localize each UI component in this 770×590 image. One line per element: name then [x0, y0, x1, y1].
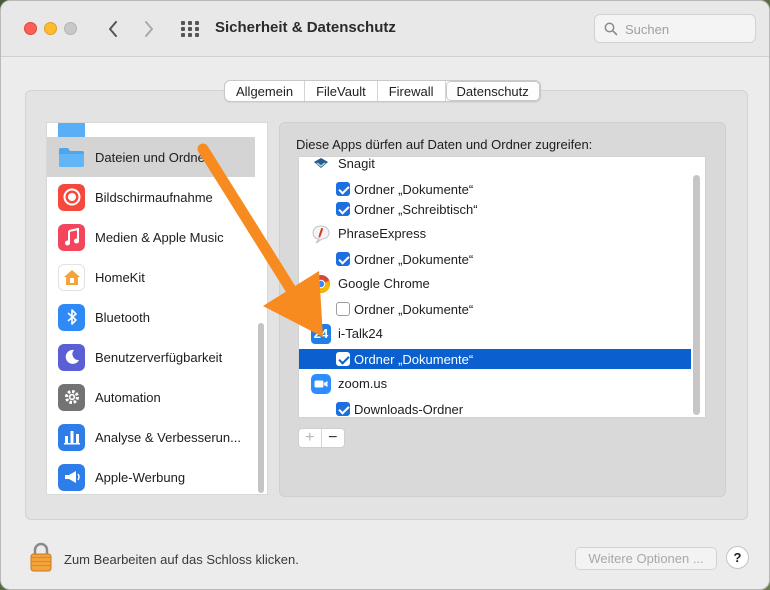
permissions-heading: Diese Apps dürfen auf Daten und Ordner z…	[296, 137, 593, 152]
app-permission-list: Snagit Ordner „Dokumente“ Ordner „Schrei…	[298, 156, 706, 418]
perm-row-phraseexpress-documents[interactable]: Ordner „Dokumente“	[299, 249, 691, 269]
minimize-window-button[interactable]	[44, 22, 57, 35]
megaphone-icon	[58, 463, 85, 491]
app-name: zoom.us	[338, 376, 388, 391]
gear-icon	[58, 383, 85, 411]
music-note-icon	[58, 223, 85, 251]
search-icon	[604, 22, 618, 36]
sidebar-item-analytics[interactable]: Analyse & Verbesserun...	[47, 417, 255, 457]
window-title: Sicherheit & Datenschutz	[215, 19, 396, 36]
close-window-button[interactable]	[24, 22, 37, 35]
sidebar-item-files-folders[interactable]: Dateien und Ordner	[47, 137, 255, 177]
search-field[interactable]: Suchen	[594, 14, 756, 43]
app-list-scrollbar[interactable]	[693, 175, 700, 415]
moon-icon	[58, 343, 85, 371]
sidebar-item-label: Medien & Apple Music	[95, 229, 224, 245]
lock-icon[interactable]	[29, 542, 53, 572]
permission-label: Ordner „Dokumente“	[354, 252, 474, 267]
sidebar-item-apple-advertising[interactable]: Apple-Werbung	[47, 457, 255, 494]
record-icon	[58, 183, 85, 211]
chevron-left-icon	[109, 21, 117, 37]
sidebar-item-label: Analyse & Verbesserun...	[95, 429, 241, 445]
permission-checkbox[interactable]	[336, 182, 350, 196]
add-app-button[interactable]: +	[299, 429, 322, 447]
permission-label: Ordner „Dokumente“	[354, 352, 474, 367]
sidebar-item-media-music[interactable]: Medien & Apple Music	[47, 217, 255, 257]
app-row-zoom[interactable]: zoom.us	[299, 371, 691, 396]
permission-checkbox[interactable]	[336, 302, 350, 316]
perm-row-zoom-downloads[interactable]: Downloads-Ordner	[299, 399, 691, 417]
sidebar-item-label: Automation	[95, 389, 161, 405]
phraseexpress-icon	[312, 225, 330, 244]
show-all-grid-button[interactable]	[179, 19, 201, 39]
snagit-icon	[314, 158, 328, 168]
privacy-category-list: Dateien und Ordner Bildschirmaufnahme Me…	[46, 122, 268, 495]
app-row-google-chrome[interactable]: Google Chrome	[299, 271, 691, 296]
permission-checkbox[interactable]	[336, 352, 350, 366]
permission-checkbox[interactable]	[336, 252, 350, 266]
sidebar-item-homekit[interactable]: HomeKit	[47, 257, 255, 297]
sidebar-item-screen-recording[interactable]: Bildschirmaufnahme	[47, 177, 255, 217]
chart-icon	[58, 423, 85, 451]
sidebar-item-label: Benutzerverfügbarkeit	[95, 349, 223, 365]
chrome-icon	[312, 275, 330, 294]
help-button[interactable]: ?	[726, 546, 749, 569]
perm-row-snagit-desktop[interactable]: Ordner „Schreibtisch“	[299, 199, 691, 219]
bluetooth-icon	[58, 303, 85, 331]
tab-datenschutz[interactable]: Datenschutz	[445, 81, 540, 101]
sidebar-item-label: Dateien und Ordner	[95, 149, 210, 165]
zoom-window-button[interactable]	[64, 22, 77, 35]
app-row-phraseexpress[interactable]: PhraseExpress	[299, 221, 691, 246]
app-name: PhraseExpress	[338, 226, 427, 241]
sidebar-item-label: Apple-Werbung	[95, 469, 186, 485]
remove-app-button[interactable]: −	[322, 429, 344, 447]
sidebar-item-label: Bildschirmaufnahme	[95, 189, 213, 205]
tab-firewall[interactable]: Firewall	[378, 81, 446, 101]
preferences-window: Sicherheit & Datenschutz Suchen Allgemei…	[0, 0, 770, 590]
add-remove-controls: + −	[298, 428, 345, 448]
tab-filevault[interactable]: FileVault	[305, 81, 378, 101]
perm-row-snagit-documents[interactable]: Ordner „Dokumente“	[299, 179, 691, 199]
app-row-italk24[interactable]: 24 i-Talk24	[299, 321, 691, 346]
home-icon	[58, 263, 85, 291]
folder-icon	[58, 144, 85, 171]
search-placeholder: Suchen	[625, 22, 670, 37]
sidebar-item-automation[interactable]: Automation	[47, 377, 255, 417]
app-name: Google Chrome	[338, 276, 430, 291]
permission-label: Ordner „Dokumente“	[354, 182, 474, 197]
sidebar-item-label: HomeKit	[95, 269, 145, 285]
app-name: Snagit	[338, 156, 375, 171]
permission-checkbox[interactable]	[336, 202, 350, 216]
perm-row-chrome-documents[interactable]: Ordner „Dokumente“	[299, 299, 691, 319]
back-button[interactable]	[101, 16, 125, 42]
zoom-icon	[311, 374, 331, 394]
app-name: i-Talk24	[338, 326, 383, 341]
forward-button[interactable]	[137, 16, 161, 42]
permission-checkbox[interactable]	[336, 402, 350, 416]
sidebar-item-focus[interactable]: Benutzerverfügbarkeit	[47, 337, 255, 377]
tab-allgemein[interactable]: Allgemein	[225, 81, 306, 101]
permission-label: Ordner „Dokumente“	[354, 302, 474, 317]
italk24-icon: 24	[311, 324, 331, 344]
lock-hint-text: Zum Bearbeiten auf das Schloss klicken.	[64, 552, 299, 567]
sidebar-item-label: Bluetooth	[95, 309, 150, 325]
chevron-right-icon	[145, 21, 153, 37]
tab-bar: Allgemein FileVault Firewall Datenschutz	[224, 80, 541, 102]
app-row-snagit[interactable]: Snagit	[299, 156, 691, 176]
permission-label: Downloads-Ordner	[354, 402, 464, 417]
perm-row-italk24-documents[interactable]: Ordner „Dokumente“	[299, 349, 691, 369]
title-bar: Sicherheit & Datenschutz Suchen	[1, 1, 769, 57]
sidebar-item-bluetooth[interactable]: Bluetooth	[47, 297, 255, 337]
sidebar-scrollbar[interactable]	[258, 323, 264, 493]
permission-label: Ordner „Schreibtisch“	[354, 202, 478, 217]
more-options-button[interactable]: Weitere Optionen ...	[575, 547, 717, 570]
